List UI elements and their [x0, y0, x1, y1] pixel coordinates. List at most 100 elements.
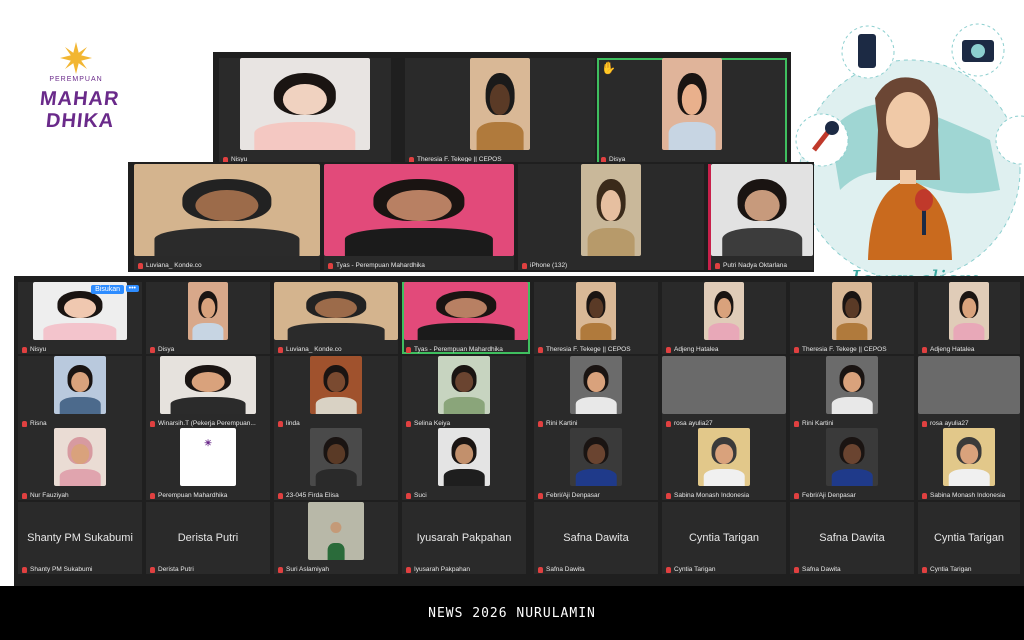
logo-top-text: PEREMPUAN	[49, 76, 103, 83]
video-tile-off[interactable]: Iyusarah Pakpahan Iyusarah Pakpahan	[402, 502, 526, 574]
participant-name: rosa ayulia27	[930, 420, 969, 427]
video-tile[interactable]: Rini Kartini	[790, 356, 914, 428]
mic-muted-icon	[666, 346, 671, 353]
video-tile[interactable]: Febri/Aji Denpasar	[534, 428, 658, 500]
mic-muted-icon	[328, 262, 333, 269]
logo-thumbnail: ☀	[203, 438, 213, 448]
participant-name: rosa ayulia27	[674, 420, 713, 427]
mic-muted-icon	[406, 346, 411, 353]
video-tile[interactable]: Bisukan ••• Nisyu	[18, 282, 142, 354]
participant-name: Adjeng Hatalea	[674, 346, 719, 353]
zoom-window-middle: Luviana_ Konde.co Tyas - Perempuan Mahar…	[128, 162, 814, 272]
video-tile[interactable]: linda	[274, 356, 398, 428]
participant-name: Suci	[414, 492, 427, 499]
mic-muted-icon	[22, 492, 27, 499]
mic-muted-icon	[522, 262, 527, 269]
mic-muted-icon	[922, 566, 927, 573]
sun-icon	[60, 42, 92, 74]
video-tile[interactable]: Sabina Monash Indonesia	[662, 428, 786, 500]
participant-name: Febri/Aji Denpasar	[802, 492, 856, 499]
video-tile-active[interactable]: Tyas - Perempuan Mahardhika	[402, 282, 530, 354]
participant-name: Selina Keiya	[414, 420, 451, 427]
participant-name: Cyntia Tarigan	[674, 566, 716, 573]
video-tile[interactable]: Risna	[18, 356, 142, 428]
video-tile[interactable]: Nisyu	[219, 58, 391, 164]
zoom-gallery-grid: Bisukan ••• Nisyu Disya Luviana_ Konde.c…	[14, 276, 1024, 586]
video-tile[interactable]: Suri Aslamiyah	[274, 502, 398, 574]
video-tile-off[interactable]: Shanty PM Sukabumi Shanty PM Sukabumi	[18, 502, 142, 574]
video-tile[interactable]: Nur Fauziyah	[18, 428, 142, 500]
participant-name-large: Safna Dawita	[819, 532, 885, 545]
mic-muted-icon	[666, 420, 671, 427]
participant-name: Tyas - Perempuan Mahardhika	[414, 346, 503, 353]
video-tile-off[interactable]: Safna Dawita Safna Dawita	[790, 502, 914, 574]
video-tile-off[interactable]: Cyntia Tarigan Cyntia Tarigan	[918, 502, 1020, 574]
participant-name: Luviana_ Konde.co	[286, 346, 342, 353]
video-tile[interactable]: 23-045 Firda Elisa	[274, 428, 398, 500]
video-tile[interactable]: Rini Kartini	[534, 356, 658, 428]
mic-muted-icon	[794, 346, 799, 353]
video-tile[interactable]: Adjeng Hatalea	[662, 282, 786, 354]
mic-muted-icon	[406, 566, 411, 573]
mic-muted-icon	[406, 492, 411, 499]
participant-name: Derista Putri	[158, 566, 194, 573]
video-tile[interactable]: iPhone (132)	[518, 164, 704, 270]
video-tile[interactable]: Theresia F. Tekege || CEPOS	[534, 282, 658, 354]
video-tile[interactable]: Adjeng Hatalea	[918, 282, 1020, 354]
video-tile[interactable]: Tyas - Perempuan Mahardhika	[324, 164, 514, 270]
video-tile[interactable]: Luviana_ Konde.co	[134, 164, 320, 270]
mic-muted-icon	[794, 492, 799, 499]
perempuan-mahardhika-logo: PEREMPUAN MAHAR DHIKA	[36, 40, 126, 150]
video-tile[interactable]: Suci	[402, 428, 526, 500]
mic-muted-icon	[666, 492, 671, 499]
participant-name: Sabina Monash Indonesia	[674, 492, 750, 499]
mic-muted-icon	[22, 346, 27, 353]
video-tile[interactable]: ☀ Perempuan Mahardhika	[146, 428, 270, 500]
participant-name-large: Iyusarah Pakpahan	[416, 532, 512, 545]
participant-name-large: Safna Dawita	[563, 532, 629, 545]
video-tile-off[interactable]: Derista Putri Derista Putri	[146, 502, 270, 574]
video-tile[interactable]: Putri Nadya Oktarlana	[708, 164, 813, 270]
video-tile[interactable]: Disya	[146, 282, 270, 354]
caption-text: NEWS 2026 NURULAMIN	[428, 606, 596, 621]
participant-name: Cyntia Tarigan	[930, 566, 972, 573]
participant-name: Rini Kartini	[802, 420, 834, 427]
mic-muted-icon	[538, 492, 543, 499]
participant-name: Suri Aslamiyah	[286, 566, 329, 573]
mute-badge[interactable]: Bisukan	[91, 285, 124, 294]
mic-muted-icon	[715, 262, 720, 269]
participant-name: Tyas - Perempuan Mahardhika	[336, 262, 425, 269]
video-tile[interactable]: Luviana_ Konde.co	[274, 282, 398, 354]
participant-name-large: Shanty PM Sukabumi	[27, 532, 133, 545]
participant-name: Winarsih.T (Pekerja Perempuan...	[158, 420, 256, 427]
video-tile[interactable]: Winarsih.T (Pekerja Perempuan...	[146, 356, 270, 428]
participant-name: Risna	[30, 420, 47, 427]
zoom-window-top: Nisyu Theresia F. Tekege || CEPOS ✋ Disy…	[213, 52, 791, 166]
mic-muted-icon	[794, 566, 799, 573]
video-tile[interactable]: Selina Keiya	[402, 356, 526, 428]
participant-name-large: Cyntia Tarigan	[688, 532, 760, 545]
video-tile[interactable]: rosa ayulia27	[918, 356, 1020, 428]
participant-name: 23-045 Firda Elisa	[286, 492, 339, 499]
mic-muted-icon	[150, 346, 155, 353]
participant-name-large: Derista Putri	[177, 532, 239, 545]
mic-muted-icon	[150, 492, 155, 499]
participant-name: Theresia F. Tekege || CEPOS	[546, 346, 631, 353]
video-tile-off[interactable]: Cyntia Tarigan Cyntia Tarigan	[662, 502, 786, 574]
video-tile[interactable]: Sabina Monash Indonesia	[918, 428, 1020, 500]
video-tile-off[interactable]: Safna Dawita Safna Dawita	[534, 502, 658, 574]
participant-name: Nisyu	[30, 346, 47, 353]
mic-muted-icon	[150, 420, 155, 427]
participant-name: Febri/Aji Denpasar	[546, 492, 600, 499]
video-tile-active[interactable]: ✋ Disya	[597, 58, 787, 164]
video-tile[interactable]: Febri/Aji Denpasar	[790, 428, 914, 500]
mic-muted-icon	[22, 420, 27, 427]
more-options-button[interactable]: •••	[125, 285, 139, 292]
video-tile[interactable]: Theresia F. Tekege || CEPOS	[405, 58, 595, 164]
mic-muted-icon	[278, 420, 283, 427]
video-tile[interactable]: rosa ayulia27	[662, 356, 786, 428]
mic-muted-icon	[278, 346, 283, 353]
mic-muted-icon	[666, 566, 671, 573]
video-tile[interactable]: Theresia F. Tekege || CEPOS	[790, 282, 914, 354]
participant-name: Theresia F. Tekege || CEPOS	[802, 346, 887, 353]
